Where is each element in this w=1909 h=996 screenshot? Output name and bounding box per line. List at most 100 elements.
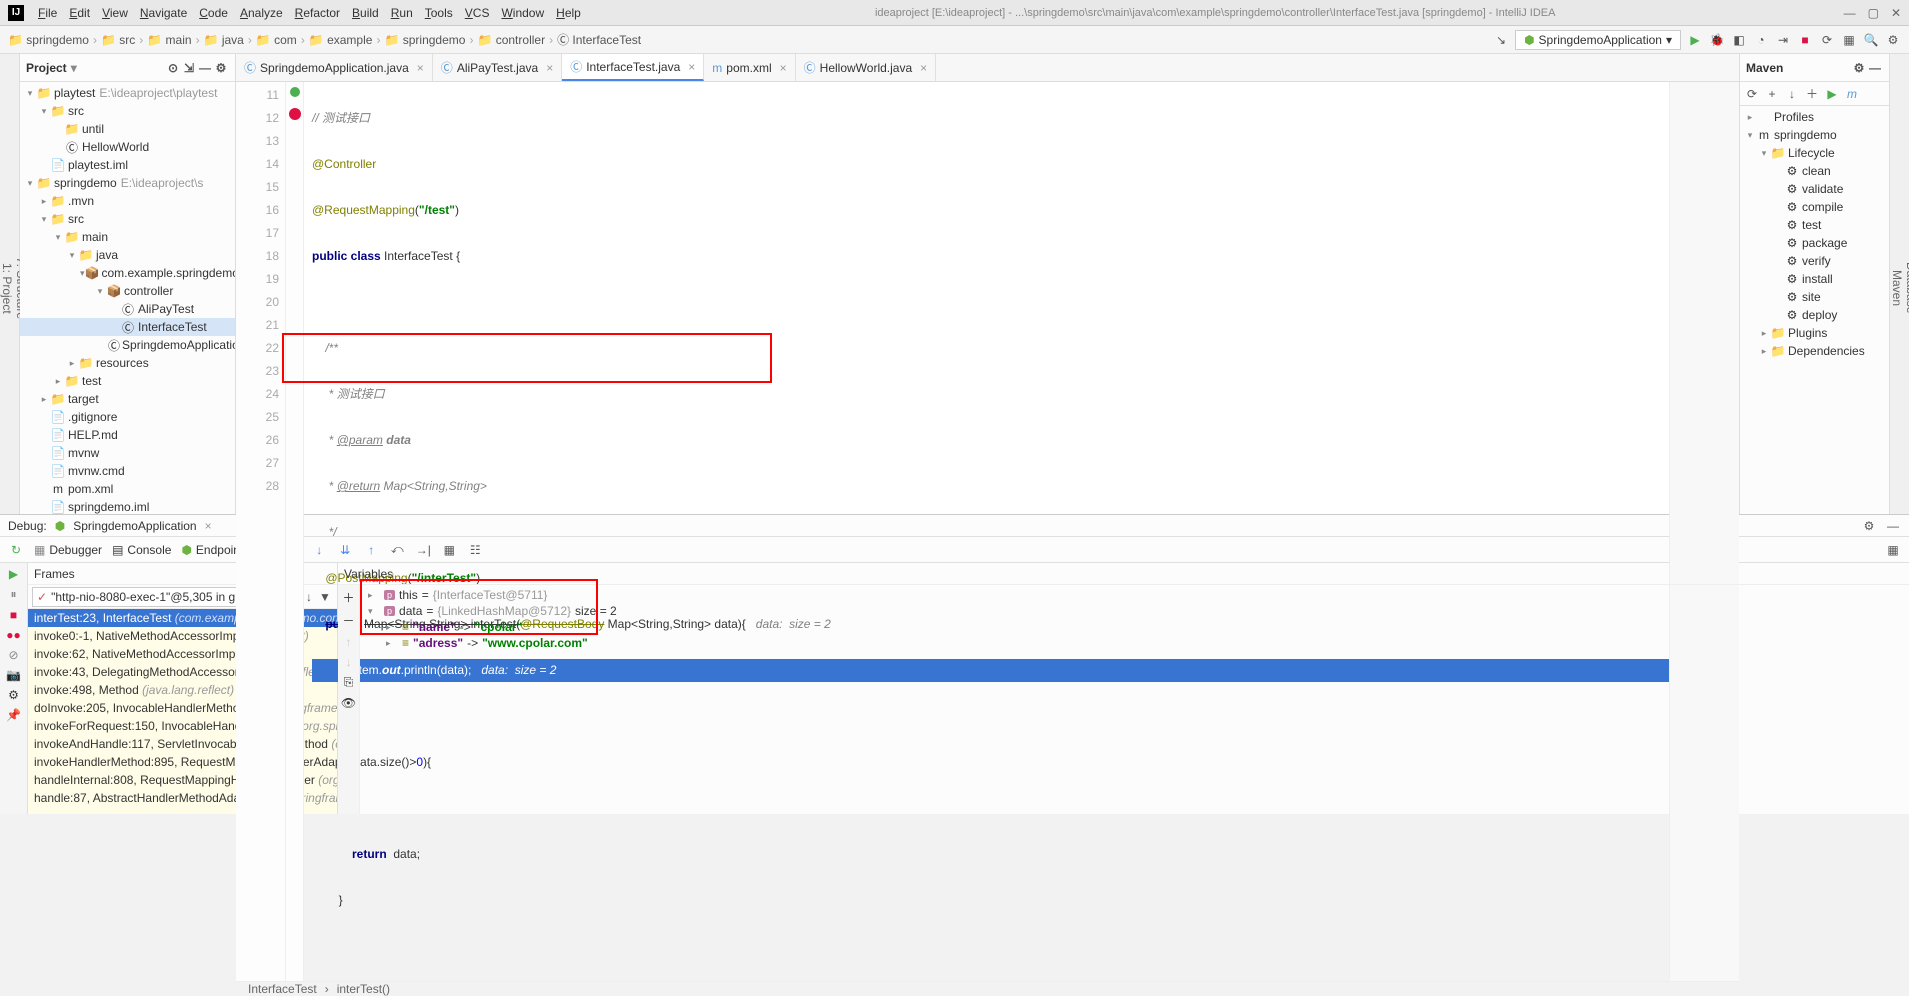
close-tab-icon[interactable]: × [780,61,787,75]
menu-vcs[interactable]: VCS [459,6,496,20]
run-icon[interactable]: ▶ [1824,86,1840,102]
coverage-icon[interactable]: ◧ [1731,32,1747,48]
tree-row[interactable]: ▸📁.mvn [20,192,235,210]
reload-icon[interactable]: ⟳ [1744,86,1760,102]
maven-item[interactable]: ⚙verify [1740,252,1889,270]
menu-build[interactable]: Build [346,6,385,20]
debug-app-name[interactable]: SpringdemoApplication [73,519,196,533]
generate-icon[interactable]: + [1764,86,1780,102]
tree-row[interactable]: 📄mvnw [20,444,235,462]
maven-item[interactable]: ⚙validate [1740,180,1889,198]
breadcrumb[interactable]: 📁 springdemo›📁 src›📁 main›📁 java›📁 com›📁… [8,31,641,48]
breadcrumb-item[interactable]: 📁 main [147,33,191,47]
tree-row[interactable]: 📄springdemo.iml [20,498,235,514]
maven-tree[interactable]: ▸Profiles▾mspringdemo▾📁Lifecycle⚙clean⚙v… [1740,106,1889,514]
layout-icon[interactable]: ▦ [1841,32,1857,48]
run-config-selector[interactable]: ⬢ SpringdemoApplication ▾ [1515,30,1681,50]
tab-database[interactable]: Database [1904,70,1909,506]
maven-item[interactable]: ▸Profiles [1740,108,1889,126]
minimize-icon[interactable]: — [1844,6,1856,20]
tree-row[interactable]: ⒸSpringdemoApplication [20,336,235,354]
variables-tree[interactable]: ▸pthis = {InterfaceTest@5711}▾pdata = {L… [338,585,1909,814]
tab-debugger[interactable]: ▦Debugger [34,543,102,557]
maven-item[interactable]: ▾📁Lifecycle [1740,144,1889,162]
close-tab-icon[interactable]: × [920,61,927,75]
update-icon[interactable]: ⟳ [1819,32,1835,48]
close-tab-icon[interactable]: × [688,60,695,74]
menu-navigate[interactable]: Navigate [134,6,193,20]
crumb-class[interactable]: InterfaceTest [248,982,317,996]
tree-row[interactable]: 📄HELP.md [20,426,235,444]
tree-row[interactable]: 📄playtest.iml [20,156,235,174]
gear-icon[interactable]: ⚙ [213,60,229,76]
close-tab-icon[interactable]: × [546,61,553,75]
tree-row[interactable]: ▾📁src [20,210,235,228]
editor-tab[interactable]: ⒸInterfaceTest.java× [562,54,704,81]
maven-item[interactable]: ⚙compile [1740,198,1889,216]
tab-project[interactable]: 1: Project [0,70,14,506]
resume-icon[interactable]: ▶ [9,567,18,581]
maven-item[interactable]: ▸📁Dependencies [1740,342,1889,360]
editor-tab[interactable]: ⒸSpringdemoApplication.java× [236,54,433,81]
stop-icon[interactable]: ■ [1797,32,1813,48]
add-watch-icon[interactable]: ＋ [342,589,354,606]
menu-help[interactable]: Help [550,6,587,20]
remove-watch-icon[interactable]: － [342,612,354,629]
get-dump-icon[interactable]: 📷 [6,668,21,682]
menu-code[interactable]: Code [193,6,234,20]
breadcrumb-item[interactable]: 📁 java [204,33,244,47]
minimap[interactable] [1669,82,1739,981]
execute-icon[interactable]: m [1844,86,1860,102]
variable-row[interactable]: ▸pthis = {InterfaceTest@5711} [364,587,1909,603]
tree-row[interactable]: ▸📁target [20,390,235,408]
profile-icon[interactable]: ◔ [1753,32,1769,48]
maven-item[interactable]: ⚙site [1740,288,1889,306]
settings-icon[interactable]: ⚙ [1885,32,1901,48]
menu-window[interactable]: Window [495,6,550,20]
tree-row[interactable]: ⒸHellowWorld [20,138,235,156]
variable-row[interactable]: ▾pdata = {LinkedHashMap@5712} size = 2 [364,603,1909,619]
watches-icon[interactable]: 👁 [341,696,356,710]
tree-row[interactable]: ▾📁playtestE:\ideaproject\playtest [20,84,235,102]
tree-row[interactable]: ▾📦controller [20,282,235,300]
breadcrumb-item[interactable]: 📁 example [309,33,373,47]
breadcrumb-item[interactable]: 📁 springdemo [8,33,89,47]
download-icon[interactable]: ↓ [1784,86,1800,102]
copy-icon[interactable]: ⎘ [344,675,354,690]
tree-row[interactable]: 📁until [20,120,235,138]
menu-refactor[interactable]: Refactor [289,6,346,20]
tree-row[interactable]: ⒸAliPayTest [20,300,235,318]
breadcrumb-item[interactable]: 📁 src [101,33,135,47]
tab-maven[interactable]: Maven [1890,70,1904,506]
attach-icon[interactable]: ⇥ [1775,32,1791,48]
menu-view[interactable]: View [96,6,134,20]
gear-icon[interactable]: ⚙ [1861,518,1877,534]
maven-item[interactable]: ⚙package [1740,234,1889,252]
gear-icon[interactable]: ⚙ [1851,60,1867,76]
line-gutter[interactable]: 111213141516171819202122232425262728 [236,82,286,981]
variable-row[interactable]: ▸≡ "adress" -> "www.cpolar.com" [364,635,1909,651]
editor-tab[interactable]: ⒸAliPayTest.java× [433,54,562,81]
tree-row[interactable]: ⒸInterfaceTest [20,318,235,336]
add-icon[interactable]: ＋ [1804,86,1820,102]
maven-item[interactable]: ⚙deploy [1740,306,1889,324]
run-gutter-icon[interactable] [290,87,300,97]
expand-icon[interactable]: ⇲ [181,60,197,76]
breadcrumb-item[interactable]: 📁 controller [477,33,545,47]
breakpoints-icon[interactable]: ●● [6,628,21,642]
maven-item[interactable]: ⚙test [1740,216,1889,234]
tree-row[interactable]: ▾📁main [20,228,235,246]
maximize-icon[interactable]: ▢ [1868,6,1879,20]
editor-breadcrumb[interactable]: InterfaceTest › interTest() [236,981,1739,996]
code-area[interactable]: // 测试接口 @Controller @RequestMapping("/te… [304,82,1669,981]
editor-body[interactable]: 111213141516171819202122232425262728 // … [236,82,1739,981]
run-icon[interactable]: ▶ [1687,32,1703,48]
menu-file[interactable]: File [32,6,63,20]
tree-row[interactable]: ▸📁test [20,372,235,390]
tree-row[interactable]: 📄.gitignore [20,408,235,426]
stop-icon[interactable]: ■ [10,608,17,622]
gutter-icons[interactable] [286,82,304,981]
tree-row[interactable]: mpom.xml [20,480,235,498]
pause-icon[interactable]: ⏸ [10,587,16,602]
menu-run[interactable]: Run [385,6,419,20]
